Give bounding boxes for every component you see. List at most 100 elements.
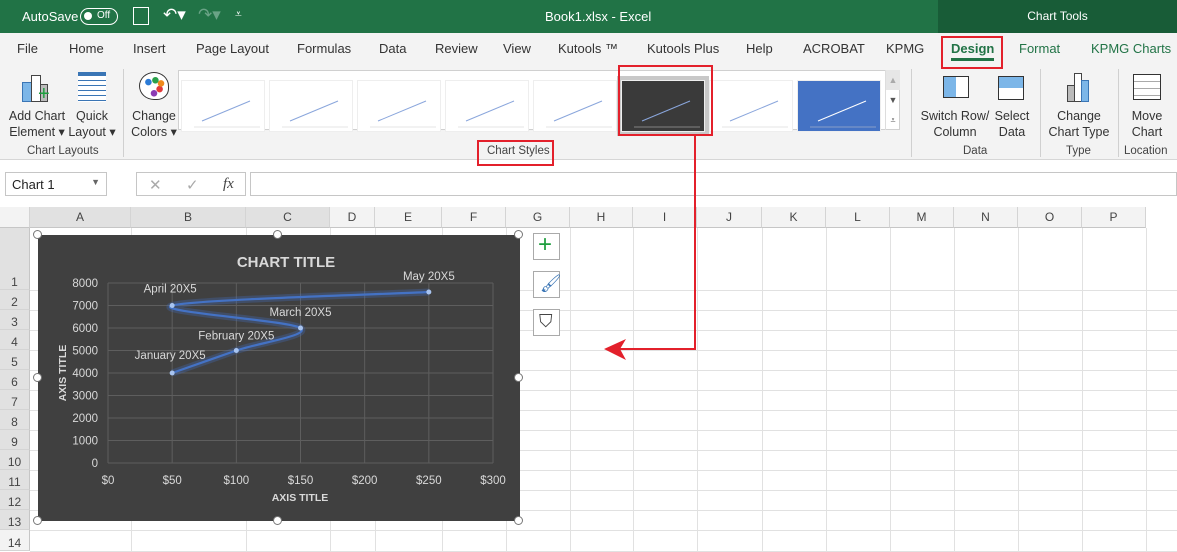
undo-icon[interactable]: ↶▾ [163,5,186,25]
save-icon[interactable] [133,7,149,25]
tab-page-layout[interactable]: Page Layout [196,41,269,56]
column-header-b[interactable]: B [131,207,246,228]
resize-handle[interactable] [273,230,282,239]
chart-filters-button[interactable]: ⛉ [533,309,560,336]
chevron-down-icon[interactable]: ▼ [91,177,100,187]
row-header-6[interactable]: 6 [0,370,30,390]
resize-handle[interactable] [514,516,523,525]
chart-elements-button[interactable]: + [533,231,560,260]
gallery-up-icon[interactable]: ▲ [886,70,900,90]
chart-style-thumbnail[interactable] [445,80,529,132]
row-header-8[interactable]: 8 [0,410,30,430]
tab-kutools-plus[interactable]: Kutools Plus [647,41,719,56]
customize-qat-icon[interactable]: ⩡ [235,7,242,22]
column-header-f[interactable]: F [442,207,506,228]
move-chart-button[interactable]: Move Chart [1122,70,1172,140]
cancel-icon[interactable]: ✕ [149,176,162,194]
chart-styles-button[interactable]: 🖌 [533,271,562,298]
tab-data[interactable]: Data [379,41,406,56]
resize-handle[interactable] [514,230,523,239]
data-point[interactable] [426,289,432,295]
column-header-m[interactable]: M [890,207,954,228]
tab-file[interactable]: File [17,41,38,56]
enter-icon[interactable]: ✓ [186,176,199,194]
data-point[interactable] [233,348,239,353]
tab-home[interactable]: Home [69,41,104,56]
data-label[interactable]: February 20X5 [198,331,274,343]
row-header-10[interactable]: 10 [0,450,30,470]
tab-kutools[interactable]: Kutools ™ [558,41,618,56]
formula-input[interactable] [250,172,1177,196]
column-header-a[interactable]: A [30,207,131,228]
chart-style-thumbnail[interactable] [533,80,617,132]
row-header-9[interactable]: 9 [0,430,30,450]
y-axis-title[interactable]: AXIS TITLE [57,345,69,402]
data-label[interactable]: April 20X5 [144,284,197,296]
add-chart-element-button[interactable]: + Add Chart Element ▾ [6,70,68,140]
column-header-l[interactable]: L [826,207,890,228]
resize-handle[interactable] [33,516,42,525]
row-header-12[interactable]: 12 [0,490,30,510]
column-header-c[interactable]: C [246,207,330,228]
chart-style-thumbnail[interactable] [797,80,881,132]
row-header-7[interactable]: 7 [0,390,30,410]
chart-style-thumbnail[interactable] [181,80,265,132]
resize-handle[interactable] [273,516,282,525]
tab-insert[interactable]: Insert [133,41,166,56]
quick-layout-button[interactable]: Quick Layout ▾ [68,70,116,140]
data-point[interactable] [298,325,303,331]
x-axis-title[interactable]: AXIS TITLE [272,492,329,504]
column-header-k[interactable]: K [762,207,826,228]
column-header-n[interactable]: N [954,207,1018,228]
data-label[interactable]: May 20X5 [403,271,455,283]
row-header-3[interactable]: 3 [0,310,30,330]
resize-handle[interactable] [514,373,523,382]
tab-kpmg-charts[interactable]: KPMG Charts [1091,41,1171,56]
name-box[interactable]: Chart 1 ▼ [5,172,107,196]
redo-icon[interactable]: ↷▾ [198,5,221,25]
row-header-14[interactable]: 14 [0,530,30,551]
column-header-d[interactable]: D [330,207,375,228]
tab-kpmg[interactable]: KPMG [886,41,924,56]
data-label[interactable]: March 20X5 [269,307,331,319]
change-chart-type-button[interactable]: Change Chart Type [1046,70,1112,140]
chart-style-thumbnail[interactable] [269,80,353,132]
autosave-toggle[interactable]: Off [80,8,118,25]
select-all-corner[interactable] [0,207,30,228]
column-header-p[interactable]: P [1082,207,1146,228]
switch-row-column-button[interactable]: Switch Row/Column [918,70,992,140]
chart-style-thumbnail[interactable] [709,80,793,132]
row-header-2[interactable]: 2 [0,290,30,310]
column-header-h[interactable]: H [570,207,633,228]
column-header-i[interactable]: I [633,207,697,228]
row-header-13[interactable]: 13 [0,510,30,530]
chart-title[interactable]: CHART TITLE [237,254,335,271]
tab-acrobat[interactable]: ACROBAT [803,41,865,56]
data-label[interactable]: January 20X5 [135,350,206,362]
tab-help[interactable]: Help [746,41,773,56]
column-header-g[interactable]: G [506,207,570,228]
tab-review[interactable]: Review [435,41,478,56]
column-header-e[interactable]: E [375,207,442,228]
row-header-5[interactable]: 5 [0,350,30,370]
column-header-j[interactable]: J [697,207,762,228]
data-point[interactable] [169,303,175,308]
gallery-more-icon[interactable]: ⩡ [886,110,900,130]
select-data-button[interactable]: Select Data [992,70,1032,140]
column-header-o[interactable]: O [1018,207,1082,228]
data-point[interactable] [169,370,175,376]
gallery-scroll[interactable]: ▲ ▼ ⩡ [885,70,900,130]
tab-formulas[interactable]: Formulas [297,41,351,56]
row-header-4[interactable]: 4 [0,330,30,350]
resize-handle[interactable] [33,230,42,239]
insert-function-icon[interactable]: fx [223,176,234,193]
tab-format[interactable]: Format [1019,41,1060,56]
row-header-1[interactable]: 1 [0,228,30,290]
change-colors-button[interactable]: Change Colors ▾ [130,70,178,140]
chart-style-thumbnail[interactable] [357,80,441,132]
resize-handle[interactable] [33,373,42,382]
tab-view[interactable]: View [503,41,531,56]
gallery-down-icon[interactable]: ▼ [886,90,900,110]
chart[interactable]: 0 1000 2000 3000 4000 5000 6000 7000 8000 $0 $50 $1… [38,235,520,521]
row-header-11[interactable]: 11 [0,470,30,490]
